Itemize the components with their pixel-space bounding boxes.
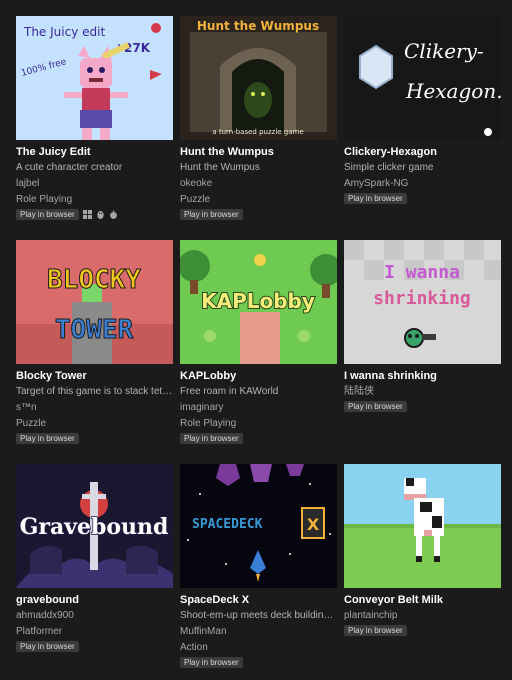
play-in-browser-badge: Play in browser — [180, 433, 243, 444]
game-genre[interactable]: Platformer — [16, 624, 173, 640]
game-description: Simple clicker game — [344, 162, 434, 173]
game-card[interactable]: KAPLobby KAPLobby Free roam in KAWorld i… — [180, 240, 337, 444]
game-description: Shoot-em-up meets deck building, cards s… — [180, 610, 337, 621]
game-description: Hunt the Wumpus — [180, 162, 260, 173]
play-in-browser-badge: Play in browser — [180, 209, 243, 220]
cover-line1: I wanna — [384, 262, 460, 283]
badge-row: Play in browser — [180, 209, 337, 220]
windows-icon — [82, 210, 92, 219]
badge-row: Play in browser — [344, 401, 501, 412]
linux-icon — [97, 210, 104, 219]
game-genre[interactable]: Role Playing — [180, 416, 337, 432]
cover-line1: Clikery- — [404, 39, 484, 63]
game-author[interactable]: 陆陆侠 — [344, 384, 501, 400]
game-card[interactable]: Gravebound gravebound ahmaddx900 Platfor… — [16, 464, 173, 652]
game-author[interactable]: okeoke — [180, 176, 337, 192]
game-description: Target of this game is to stack tetris b… — [16, 386, 173, 397]
badge-row: Play in browser — [180, 433, 337, 444]
game-title[interactable]: KAPLobby — [180, 369, 337, 384]
play-in-browser-badge: Play in browser — [180, 657, 243, 668]
game-card[interactable]: SPACEDECK X SpaceDeck X Shoot-em-up meet… — [180, 464, 337, 668]
game-thumbnail[interactable]: Gravebound — [16, 464, 173, 588]
game-thumbnail[interactable]: BLOCKY TOWER — [16, 240, 173, 364]
game-thumbnail[interactable]: KAPLobby — [180, 240, 337, 364]
cover-line1: BLOCKY — [47, 265, 141, 295]
game-thumbnail[interactable]: SPACEDECK X — [180, 464, 337, 588]
game-title[interactable]: SpaceDeck X — [180, 593, 337, 608]
game-author[interactable]: plantainchip — [344, 608, 501, 624]
cover-line2: Hexagon. — [405, 79, 501, 103]
game-thumbnail[interactable] — [344, 464, 501, 588]
play-in-browser-badge: Play in browser — [16, 641, 79, 652]
game-thumbnail[interactable]: Hunt the Wumpus a turn-based puzzle game — [180, 16, 337, 140]
game-genre[interactable]: Role Playing — [16, 192, 173, 208]
play-in-browser-badge: Play in browser — [16, 433, 79, 444]
badge-row: Play in browser — [16, 209, 173, 220]
game-title[interactable]: Blocky Tower — [16, 369, 173, 384]
game-genre[interactable]: Action — [180, 640, 337, 656]
game-thumbnail[interactable]: Clikery- Hexagon. — [344, 16, 501, 140]
cover-heading: Gravebound — [20, 514, 169, 540]
game-grid: The Juicy edit +27K 100% free The Juicy … — [0, 0, 512, 680]
game-card[interactable]: Conveyor Belt Milk plantainchip Play in … — [344, 464, 501, 636]
game-card[interactable]: BLOCKY TOWER Blocky Tower Target of this… — [16, 240, 173, 444]
game-card[interactable]: Hunt the Wumpus a turn-based puzzle game… — [180, 16, 337, 220]
game-thumbnail[interactable]: I wanna shrinking — [344, 240, 501, 364]
badge-row: Play in browser — [16, 433, 173, 444]
cover-line2: TOWER — [55, 315, 134, 345]
game-author[interactable]: lajbel — [16, 176, 173, 192]
badge-row: Play in browser — [16, 641, 173, 652]
badge-row: Play in browser — [344, 625, 501, 636]
game-title[interactable]: Clickery-Hexagon — [344, 145, 501, 160]
game-card[interactable]: I wanna shrinking I wanna shrinking 陆陆侠 … — [344, 240, 501, 412]
play-in-browser-badge: Play in browser — [16, 209, 79, 220]
cover-mark: X — [307, 515, 320, 534]
game-title[interactable]: I wanna shrinking — [344, 369, 501, 384]
game-description: Free roam in KAWorld — [180, 386, 279, 397]
game-author[interactable]: s™n — [16, 400, 173, 416]
game-card[interactable]: The Juicy edit +27K 100% free The Juicy … — [16, 16, 173, 220]
game-author[interactable]: MuffinMan — [180, 624, 337, 640]
cover-heading: KAPLobby — [201, 289, 315, 313]
game-genre[interactable]: Puzzle — [16, 416, 173, 432]
game-title[interactable]: Conveyor Belt Milk — [344, 593, 501, 608]
apple-icon — [109, 210, 117, 219]
game-genre[interactable]: Puzzle — [180, 192, 337, 208]
badge-row: Play in browser — [344, 193, 501, 204]
cover-line2: shrinking — [373, 288, 471, 309]
play-in-browser-badge: Play in browser — [344, 193, 407, 204]
cover-heading: SPACEDECK — [192, 517, 263, 532]
cover-caption: a turn-based puzzle game — [212, 128, 303, 136]
game-card[interactable]: Clikery- Hexagon. Clickery-Hexagon Simpl… — [344, 16, 501, 204]
game-title[interactable]: gravebound — [16, 593, 173, 608]
game-title[interactable]: Hunt the Wumpus — [180, 145, 337, 160]
game-author[interactable]: ahmaddx900 — [16, 608, 173, 624]
play-in-browser-badge: Play in browser — [344, 401, 407, 412]
game-author[interactable]: imaginary — [180, 400, 337, 416]
game-thumbnail[interactable]: The Juicy edit +27K 100% free — [16, 16, 173, 140]
game-author[interactable]: AmySpark-NG — [344, 176, 501, 192]
badge-row: Play in browser — [180, 657, 337, 668]
play-in-browser-badge: Play in browser — [344, 625, 407, 636]
game-description: A cute character creator — [16, 162, 123, 173]
cover-heading: The Juicy edit — [23, 25, 105, 39]
game-title[interactable]: The Juicy Edit — [16, 145, 173, 160]
cover-heading: Hunt the Wumpus — [197, 19, 319, 33]
